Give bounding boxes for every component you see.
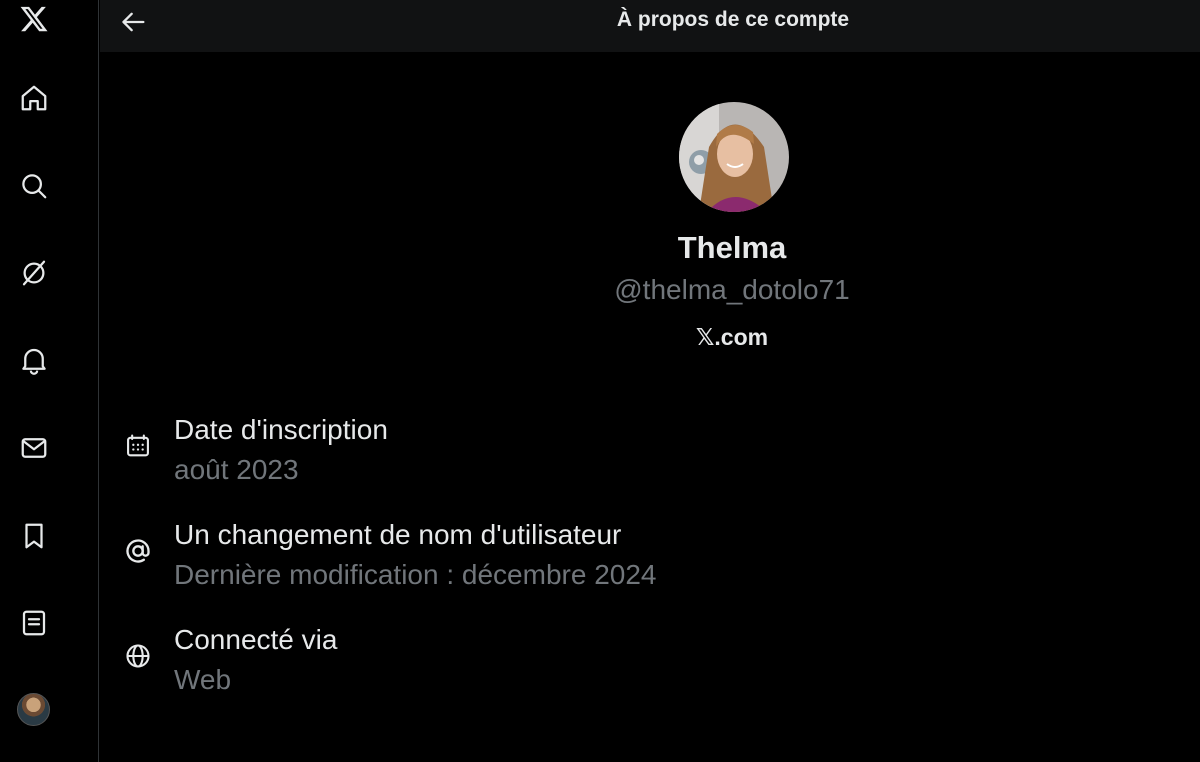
username-handle: @thelma_dotolo71 bbox=[614, 274, 850, 305]
display-name: Thelma bbox=[677, 230, 787, 265]
info-label: Un changement de nom d'utilisateur bbox=[174, 519, 622, 550]
sidebar bbox=[0, 0, 99, 762]
info-value: Dernière modification : décembre 2024 bbox=[174, 559, 657, 590]
page-title: À propos de ce compte bbox=[616, 8, 850, 31]
site-label: 𝕏.com bbox=[695, 324, 769, 350]
list-icon[interactable] bbox=[16, 605, 52, 641]
profile-picture[interactable] bbox=[679, 102, 789, 212]
globe-icon bbox=[120, 638, 156, 674]
grok-icon[interactable] bbox=[16, 255, 52, 291]
home-icon[interactable] bbox=[16, 80, 52, 116]
calendar-icon bbox=[120, 428, 156, 464]
bell-icon[interactable] bbox=[16, 342, 52, 378]
info-label: Date d'inscription bbox=[174, 414, 388, 445]
search-icon[interactable] bbox=[16, 168, 52, 204]
x-logo-icon[interactable] bbox=[16, 1, 52, 37]
page-header: À propos de ce compte bbox=[100, 0, 1200, 52]
info-label: Connecté via bbox=[174, 624, 338, 655]
info-value: Web bbox=[174, 664, 232, 695]
at-icon bbox=[120, 533, 156, 569]
info-value: août 2023 bbox=[174, 454, 299, 485]
bookmark-icon[interactable] bbox=[16, 518, 52, 554]
avatar[interactable] bbox=[17, 693, 50, 726]
mail-icon[interactable] bbox=[16, 430, 52, 466]
